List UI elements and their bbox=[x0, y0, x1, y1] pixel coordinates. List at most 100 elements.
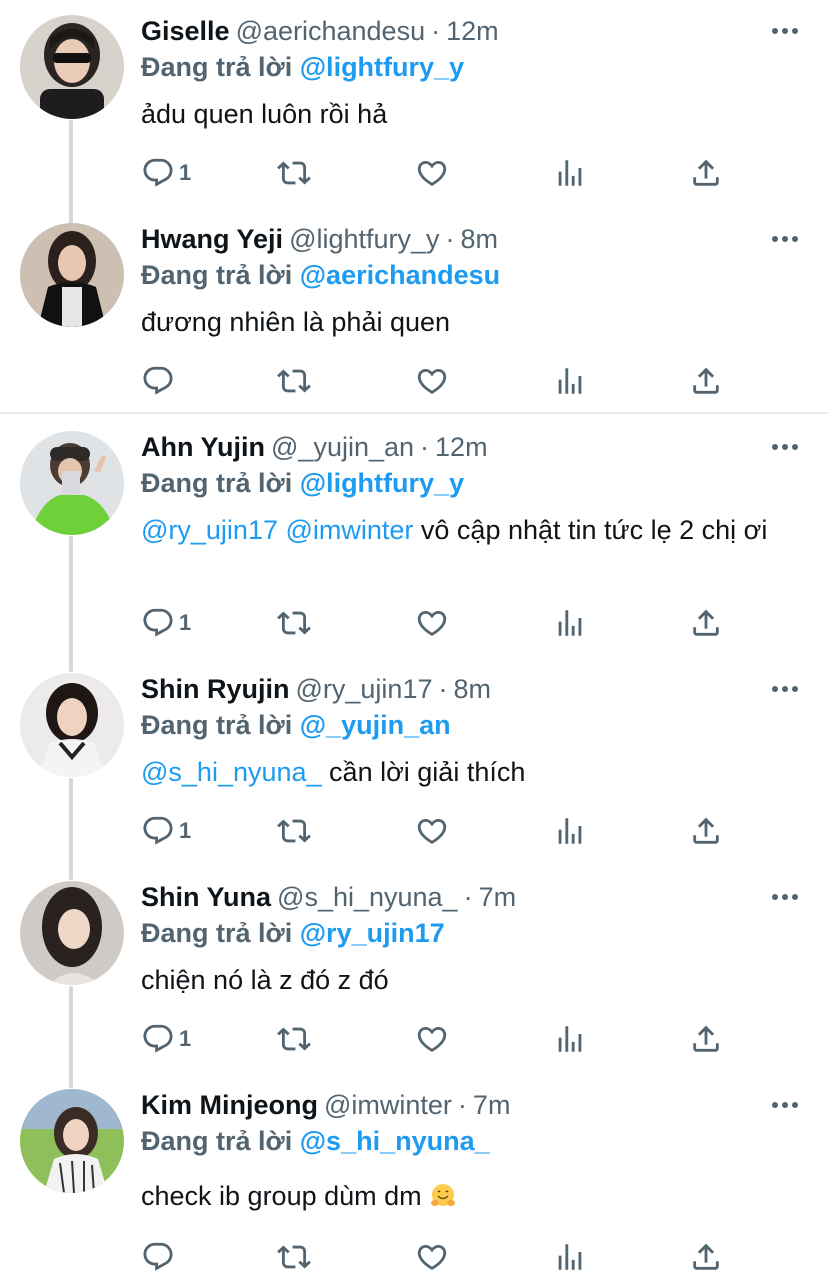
replying-to: Đang trả lời @ry_ujin17 bbox=[141, 918, 445, 948]
reply-count: 1 bbox=[179, 1026, 192, 1051]
timestamp[interactable]: 8m bbox=[461, 224, 499, 254]
views-button[interactable] bbox=[553, 153, 587, 193]
tweet-text: chiện nó là z đó z đó bbox=[141, 965, 389, 995]
timestamp[interactable]: 12m bbox=[435, 432, 488, 462]
like-button[interactable] bbox=[415, 361, 449, 401]
reply-to-mention[interactable]: @aerichandesu bbox=[300, 260, 500, 290]
username[interactable]: @aerichandesu bbox=[236, 16, 426, 46]
username[interactable]: @lightfury_y bbox=[289, 224, 439, 254]
share-button[interactable] bbox=[689, 361, 723, 401]
views-button[interactable] bbox=[553, 1237, 587, 1277]
views-button[interactable] bbox=[553, 811, 587, 851]
username[interactable]: @_yujin_an bbox=[271, 432, 414, 462]
like-button[interactable] bbox=[415, 603, 449, 643]
avatar[interactable] bbox=[20, 881, 124, 985]
timestamp[interactable]: 7m bbox=[473, 1090, 511, 1120]
username[interactable]: @imwinter bbox=[324, 1090, 452, 1120]
share-icon bbox=[689, 814, 723, 848]
reply-to-mention[interactable]: @s_hi_nyuna_ bbox=[300, 1126, 490, 1156]
views-icon bbox=[553, 1240, 587, 1274]
tweet-header: Giselle @aerichandesu · 12m bbox=[141, 16, 499, 46]
timestamp[interactable]: 12m bbox=[446, 16, 499, 46]
share-icon bbox=[689, 606, 723, 640]
reply-to-mention[interactable]: @lightfury_y bbox=[300, 52, 464, 82]
like-button[interactable] bbox=[415, 811, 449, 851]
tweet-actions: 1 bbox=[141, 811, 741, 851]
tweet-header: Shin Yuna @s_hi_nyuna_ · 7m bbox=[141, 882, 517, 912]
like-button[interactable] bbox=[415, 1019, 449, 1059]
tweet[interactable]: Shin Ryujin @ry_ujin17 · 8m Đang trả lời @_… bbox=[0, 658, 828, 866]
avatar[interactable] bbox=[20, 1089, 124, 1193]
replying-to: Đang trả lời @lightfury_y bbox=[141, 468, 465, 498]
tweet[interactable]: Giselle @aerichandesu · 12m Đang trả lời @l… bbox=[0, 0, 828, 212]
share-button[interactable] bbox=[689, 1237, 723, 1277]
tweet[interactable]: Ahn Yujin @_yujin_an · 12m Đang trả lời @li… bbox=[0, 416, 828, 666]
hugging-face-emoji bbox=[431, 1184, 456, 1206]
like-icon bbox=[415, 606, 449, 640]
retweet-icon bbox=[277, 1240, 311, 1274]
like-button[interactable] bbox=[415, 1237, 449, 1277]
share-button[interactable] bbox=[689, 153, 723, 193]
reply-button[interactable]: 1 bbox=[141, 1019, 191, 1059]
tweet-text: ảdu quen luôn rồi hả bbox=[141, 99, 388, 129]
tweet-actions bbox=[141, 361, 741, 401]
tweet-actions bbox=[141, 1237, 741, 1277]
retweet-icon bbox=[277, 156, 311, 190]
tweet[interactable]: Hwang Yeji @lightfury_y · 8m Đang trả lời @… bbox=[0, 208, 828, 412]
avatar[interactable] bbox=[20, 673, 124, 777]
display-name[interactable]: Ahn Yujin bbox=[141, 432, 265, 462]
reply-button[interactable]: 1 bbox=[141, 153, 191, 193]
reply-button[interactable]: 1 bbox=[141, 603, 191, 643]
username[interactable]: @ry_ujin17 bbox=[296, 674, 433, 704]
retweet-button[interactable] bbox=[277, 361, 311, 401]
reply-button[interactable] bbox=[141, 361, 179, 401]
retweet-button[interactable] bbox=[277, 603, 311, 643]
avatar[interactable] bbox=[20, 223, 124, 327]
more-icon[interactable] bbox=[772, 884, 798, 910]
username[interactable]: @s_hi_nyuna_ bbox=[277, 882, 458, 912]
more-icon[interactable] bbox=[772, 1092, 798, 1118]
avatar[interactable] bbox=[20, 431, 124, 535]
tweet-header: Shin Ryujin @ry_ujin17 · 8m bbox=[141, 674, 491, 704]
display-name[interactable]: Giselle bbox=[141, 16, 230, 46]
display-name[interactable]: Shin Yuna bbox=[141, 882, 271, 912]
views-button[interactable] bbox=[553, 603, 587, 643]
tweet-text: @ry_ujin17 @imwinter vô cập nhật tin tức… bbox=[141, 515, 768, 545]
reply-to-mention[interactable]: @_yujin_an bbox=[300, 710, 451, 740]
like-button[interactable] bbox=[415, 153, 449, 193]
avatar[interactable] bbox=[20, 15, 124, 119]
more-icon[interactable] bbox=[772, 18, 798, 44]
retweet-button[interactable] bbox=[277, 153, 311, 193]
tweet[interactable]: Kim Minjeong @imwinter · 7m Đang trả lời @s… bbox=[0, 1074, 828, 1288]
reply-button[interactable] bbox=[141, 1237, 179, 1277]
share-button[interactable] bbox=[689, 811, 723, 851]
reply-to-mention[interactable]: @lightfury_y bbox=[300, 468, 464, 498]
retweet-icon bbox=[277, 814, 311, 848]
more-icon[interactable] bbox=[772, 676, 798, 702]
views-icon bbox=[553, 1022, 587, 1056]
display-name[interactable]: Hwang Yeji bbox=[141, 224, 283, 254]
share-button[interactable] bbox=[689, 1019, 723, 1059]
replying-to: Đang trả lời @s_hi_nyuna_ bbox=[141, 1126, 490, 1156]
timestamp[interactable]: 8m bbox=[453, 674, 491, 704]
retweet-button[interactable] bbox=[277, 811, 311, 851]
timestamp[interactable]: 7m bbox=[479, 882, 517, 912]
retweet-button[interactable] bbox=[277, 1019, 311, 1059]
display-name[interactable]: Shin Ryujin bbox=[141, 674, 290, 704]
replying-to: Đang trả lời @_yujin_an bbox=[141, 710, 451, 740]
tweet[interactable]: Shin Yuna @s_hi_nyuna_ · 7m Đang trả lời @r… bbox=[0, 866, 828, 1074]
more-icon[interactable] bbox=[772, 226, 798, 252]
like-icon bbox=[415, 156, 449, 190]
views-button[interactable] bbox=[553, 361, 587, 401]
share-button[interactable] bbox=[689, 603, 723, 643]
views-icon bbox=[553, 364, 587, 398]
reply-to-mention[interactable]: @ry_ujin17 bbox=[300, 918, 445, 948]
reply-button[interactable]: 1 bbox=[141, 811, 191, 851]
retweet-button[interactable] bbox=[277, 1237, 311, 1277]
views-icon bbox=[553, 814, 587, 848]
views-icon bbox=[553, 606, 587, 640]
display-name[interactable]: Kim Minjeong bbox=[141, 1090, 318, 1120]
share-icon bbox=[689, 1240, 723, 1274]
views-button[interactable] bbox=[553, 1019, 587, 1059]
more-icon[interactable] bbox=[772, 434, 798, 460]
